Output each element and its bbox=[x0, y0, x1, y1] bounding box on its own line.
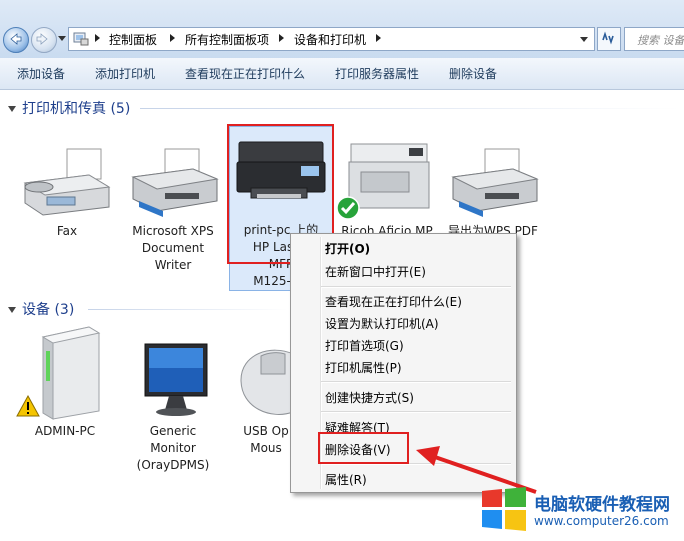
device-fax[interactable]: Fax bbox=[12, 145, 122, 240]
menu-item-properties[interactable]: 属性(R) bbox=[325, 471, 367, 488]
menu-item-open-new-window[interactable]: 在新窗口中打开(E) bbox=[325, 263, 426, 280]
add-printer-button[interactable]: 添加打印机 bbox=[95, 65, 155, 82]
menu-item-printing-preferences[interactable]: 打印首选项(G) bbox=[325, 337, 404, 354]
breadcrumb-control-panel[interactable]: 控制面板 bbox=[109, 31, 157, 48]
device-label: Fax bbox=[56, 224, 78, 238]
devices-group-title: 设备 (3) bbox=[22, 302, 75, 318]
breadcrumb-all-control-panel-items[interactable]: 所有控制面板项 bbox=[185, 31, 269, 48]
back-arrow-icon bbox=[10, 33, 22, 45]
breadcrumb-separator-icon bbox=[376, 34, 381, 42]
device-ricoh-aficio[interactable]: Ricoh Aficio MP bbox=[332, 138, 442, 240]
forward-arrow-icon bbox=[36, 33, 48, 45]
see-whats-printing-button[interactable]: 查看现在正在打印什么 bbox=[185, 65, 305, 82]
menu-item-open[interactable]: 打开(O) bbox=[325, 240, 370, 257]
add-device-button[interactable]: 添加设备 bbox=[17, 65, 65, 82]
printer-icon bbox=[131, 148, 219, 217]
windows-logo-icon bbox=[482, 487, 526, 531]
command-bar: 添加设备 添加打印机 查看现在正在打印什么 打印服务器属性 删除设备 bbox=[0, 58, 684, 90]
address-bar: 控制面板 所有控制面板项 设备和打印机 搜索 设备 bbox=[0, 0, 684, 58]
search-placeholder: 搜索 设备 bbox=[637, 34, 684, 47]
devices-group-header[interactable]: 设备 (3) bbox=[8, 299, 288, 319]
menu-item-set-default-printer[interactable]: 设置为默认打印机(A) bbox=[325, 315, 439, 332]
device-label: Microsoft XPS Document Writer bbox=[132, 224, 214, 272]
group-divider bbox=[140, 108, 680, 109]
watermark-site-name: 电脑软硬件教程网 bbox=[534, 495, 670, 515]
warning-icon bbox=[16, 395, 40, 417]
collapse-chevron-icon[interactable] bbox=[8, 307, 16, 313]
menu-separator bbox=[321, 381, 511, 383]
printers-group-title: 打印机和传真 (5) bbox=[22, 101, 131, 117]
device-microsoft-xps-writer[interactable]: Microsoft XPS Document Writer bbox=[118, 145, 228, 274]
menu-item-see-whats-printing[interactable]: 查看现在正在打印什么(E) bbox=[325, 293, 462, 310]
printers-group-header[interactable]: 打印机和传真 (5) bbox=[8, 98, 680, 118]
monitor-icon bbox=[144, 343, 208, 416]
breadcrumb-separator-icon bbox=[95, 34, 100, 42]
address-history-dropdown-icon[interactable] bbox=[580, 37, 588, 42]
device-label: ADMIN-PC bbox=[34, 424, 96, 438]
group-divider bbox=[88, 309, 288, 310]
remove-device-button[interactable]: 删除设备 bbox=[449, 65, 497, 82]
search-input[interactable]: 搜索 设备 bbox=[624, 27, 684, 51]
refresh-icon bbox=[602, 31, 614, 45]
breadcrumb-separator-icon bbox=[170, 34, 175, 42]
breadcrumb-separator-icon bbox=[279, 34, 284, 42]
printer-icon bbox=[451, 148, 539, 217]
menu-item-create-shortcut[interactable]: 创建快捷方式(S) bbox=[325, 389, 414, 406]
device-label: Generic Monitor (OrayDPMS) bbox=[136, 424, 210, 472]
annotation-red-box bbox=[318, 432, 409, 464]
print-server-properties-button[interactable]: 打印服务器属性 bbox=[335, 65, 419, 82]
address-path-box[interactable]: 控制面板 所有控制面板项 设备和打印机 bbox=[68, 27, 595, 51]
fax-icon bbox=[23, 148, 111, 216]
breadcrumb-devices-and-printers[interactable]: 设备和打印机 bbox=[294, 31, 366, 48]
device-wps-pdf[interactable]: 导出为WPS PDF bbox=[438, 145, 548, 240]
back-button[interactable] bbox=[3, 27, 29, 53]
menu-separator bbox=[321, 286, 511, 288]
menu-item-printer-properties[interactable]: 打印机属性(P) bbox=[325, 359, 402, 376]
control-panel-icon bbox=[73, 32, 89, 46]
collapse-chevron-icon[interactable] bbox=[8, 106, 16, 112]
device-admin-pc[interactable]: ADMIN-PC bbox=[10, 325, 120, 440]
refresh-button[interactable] bbox=[597, 27, 621, 51]
recent-pages-dropdown-icon[interactable] bbox=[58, 36, 66, 41]
watermark-url: www.computer26.com bbox=[534, 514, 669, 528]
menu-separator bbox=[321, 411, 511, 413]
forward-button[interactable] bbox=[31, 27, 57, 53]
default-printer-check-icon bbox=[336, 196, 360, 220]
device-generic-monitor[interactable]: Generic Monitor (OrayDPMS) bbox=[118, 340, 228, 474]
